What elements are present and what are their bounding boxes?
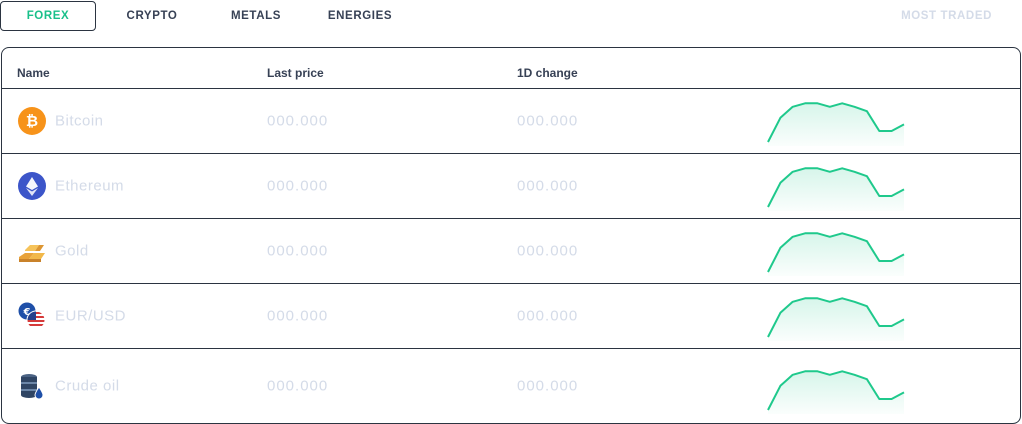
table-header: Name Last price 1D change	[2, 48, 1020, 89]
sparkline-chart	[767, 370, 905, 414]
market-tabs: FOREX CRYPTO METALS ENERGIES MOST TRADED	[0, 0, 1022, 34]
last-price-value: 000.000	[267, 307, 329, 324]
1d-change-value: 000.000	[517, 242, 579, 259]
oil-barrel-icon	[17, 371, 47, 401]
sparkline-chart	[767, 232, 905, 276]
last-price-value: 000.000	[267, 242, 329, 259]
tab-forex[interactable]: FOREX	[0, 1, 96, 31]
sparkline-chart	[767, 102, 905, 146]
tab-metals[interactable]: METALS	[222, 1, 290, 31]
tab-crypto[interactable]: CRYPTO	[118, 1, 186, 31]
asset-name: Bitcoin	[55, 112, 104, 129]
table-row-ethereum[interactable]: Ethereum 000.000 000.000	[2, 153, 1020, 219]
column-header-last-price: Last price	[267, 66, 324, 80]
1d-change-value: 000.000	[517, 377, 579, 395]
ethereum-icon	[17, 171, 47, 201]
asset-name: Crude oil	[55, 377, 120, 395]
eur-usd-icon: €	[17, 301, 47, 331]
table-row-crude-oil[interactable]: Crude oil 000.000 000.000	[2, 348, 1020, 423]
asset-name: Ethereum	[55, 177, 125, 194]
sparkline-chart	[767, 167, 905, 211]
most-traded-link[interactable]: MOST TRADED	[901, 1, 992, 31]
market-table: Name Last price 1D change ₿ Bitcoin 000.…	[1, 47, 1021, 424]
svg-text:₿: ₿	[26, 112, 38, 130]
last-price-value: 000.000	[267, 112, 329, 129]
1d-change-value: 000.000	[517, 307, 579, 324]
1d-change-value: 000.000	[517, 177, 579, 194]
last-price-value: 000.000	[267, 377, 329, 395]
last-price-value: 000.000	[267, 177, 329, 194]
tab-energies[interactable]: ENERGIES	[320, 1, 400, 31]
asset-name: Gold	[55, 242, 89, 259]
column-header-1d-change: 1D change	[517, 66, 578, 80]
table-row-eur-usd[interactable]: € EUR/USD 000.000 000.000	[2, 283, 1020, 349]
asset-name: EUR/USD	[55, 307, 127, 324]
column-header-name: Name	[17, 66, 50, 80]
table-row-bitcoin[interactable]: ₿ Bitcoin 000.000 000.000	[2, 88, 1020, 154]
1d-change-value: 000.000	[517, 112, 579, 129]
bitcoin-icon: ₿	[17, 106, 47, 136]
table-row-gold[interactable]: Gold 000.000 000.000	[2, 218, 1020, 284]
sparkline-chart	[767, 297, 905, 341]
gold-bars-icon	[17, 236, 47, 266]
